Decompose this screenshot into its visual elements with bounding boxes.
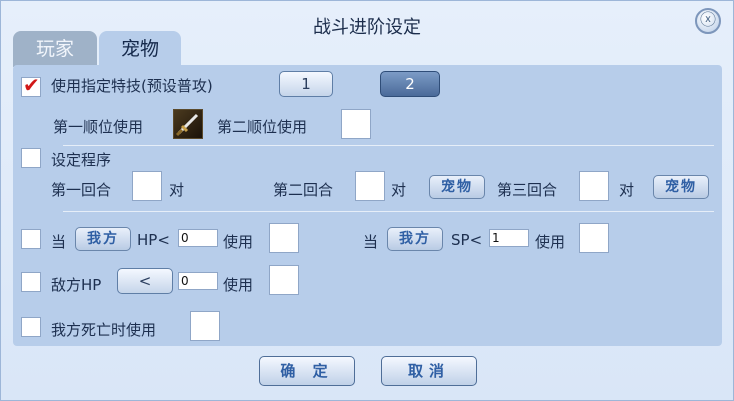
skill-slot-2-button[interactable]: 2 (380, 71, 440, 97)
death-rule-label: 我方死亡时使用 (51, 321, 157, 339)
tab-player[interactable]: 玩家 (13, 31, 97, 67)
divider (63, 211, 714, 212)
sp-rule-target-button[interactable]: 我方 (387, 227, 443, 251)
use-skill-label: 使用指定特技(预设普攻) (51, 77, 213, 95)
round-3-label: 第三回合 (497, 181, 558, 199)
round-2-target-button[interactable]: 宠物 (429, 175, 485, 199)
enemy-hp-slot[interactable] (269, 265, 299, 295)
second-order-label: 第二顺位使用 (217, 118, 308, 136)
round-2-slot[interactable] (355, 171, 385, 201)
round-1-label: 第一回合 (51, 181, 112, 199)
hp-rule-slot[interactable] (269, 223, 299, 253)
round-1-vs: 对 (169, 181, 185, 199)
hp-threshold-input[interactable]: 0 (178, 229, 218, 247)
enemy-hp-label: 敌方HP (51, 276, 102, 294)
sp-threshold-input[interactable]: 1 (489, 229, 529, 247)
second-order-slot[interactable] (341, 109, 371, 139)
hp-rule-target-button[interactable]: 我方 (75, 227, 131, 251)
first-order-label: 第一顺位使用 (53, 118, 144, 136)
close-icon[interactable]: ⓧ (695, 8, 721, 34)
hp-rule-use: 使用 (223, 233, 254, 251)
death-rule-slot[interactable] (190, 311, 220, 341)
round-1-slot[interactable] (132, 171, 162, 201)
checkmark-icon: ✔ (23, 73, 40, 97)
cancel-button[interactable]: 取消 (381, 356, 477, 386)
sword-skill-icon[interactable] (173, 109, 203, 139)
hp-rule-stat: HP< (137, 231, 170, 249)
divider (63, 145, 714, 146)
program-label: 设定程序 (51, 151, 112, 169)
program-checkbox[interactable] (21, 148, 41, 168)
skill-slot-1-button[interactable]: 1 (279, 71, 333, 97)
sp-rule-use: 使用 (535, 233, 566, 251)
hp-rule-when: 当 (51, 233, 67, 251)
enemy-hp-checkbox[interactable] (21, 272, 41, 292)
round-3-vs: 对 (619, 181, 635, 199)
enemy-hp-operator-button[interactable]: < (117, 268, 173, 294)
hp-rule-checkbox[interactable] (21, 229, 41, 249)
use-skill-checkbox[interactable]: ✔ (21, 73, 41, 97)
enemy-hp-use: 使用 (223, 276, 254, 294)
sp-rule-stat: SP< (451, 231, 483, 249)
battle-settings-window: 战斗进阶设定 ⓧ 玩家 宠物 ✔ 使用指定特技(预设普攻) 1 2 第一顺位使用… (0, 0, 734, 401)
round-3-target-button[interactable]: 宠物 (653, 175, 709, 199)
enemy-hp-input[interactable]: 0 (178, 272, 218, 290)
round-2-label: 第二回合 (273, 181, 334, 199)
settings-panel: ✔ 使用指定特技(预设普攻) 1 2 第一顺位使用 第二顺位使用 设定程序 第一… (13, 65, 722, 346)
tab-pet[interactable]: 宠物 (99, 31, 181, 67)
round-2-vs: 对 (391, 181, 407, 199)
round-3-slot[interactable] (579, 171, 609, 201)
confirm-button[interactable]: 确 定 (259, 356, 355, 386)
sp-rule-when: 当 (363, 233, 379, 251)
death-rule-checkbox[interactable] (21, 317, 41, 337)
sp-rule-slot[interactable] (579, 223, 609, 253)
